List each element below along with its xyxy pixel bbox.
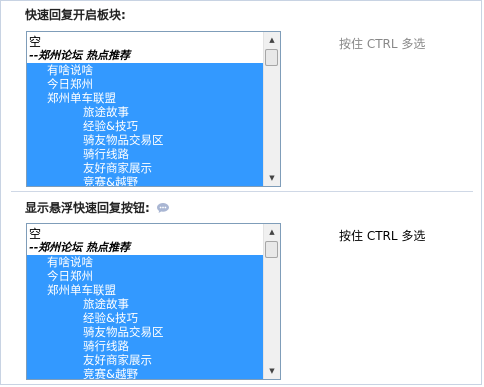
list-option[interactable]: --郑州论坛 热点推荐: [27, 241, 263, 255]
arrow-up-icon: ▲: [269, 36, 275, 44]
scroll-up-button[interactable]: ▲: [264, 32, 280, 48]
scroll-thumb[interactable]: [265, 49, 278, 66]
list-option[interactable]: 骑友物品交易区: [27, 325, 263, 339]
list-option[interactable]: 骑行线路: [27, 339, 263, 353]
options-list: 空 --郑州论坛 热点推荐 有啥说啥 今日郑州 郑州单车联盟 旅途故事 经验&技巧 骑友物品交…: [27, 224, 263, 379]
arrow-up-icon: ▲: [269, 228, 275, 236]
scrollbar[interactable]: ▲ ▼: [263, 224, 280, 379]
list-option[interactable]: --郑州论坛 热点推荐: [27, 49, 263, 63]
list-option[interactable]: 经验&技巧: [27, 119, 263, 133]
section-title-text: 显示悬浮快速回复按钮:: [25, 201, 150, 215]
scroll-down-button[interactable]: ▼: [264, 170, 280, 186]
list-option[interactable]: 今日郑州: [27, 77, 263, 91]
section-title: 快速回复开启板块:: [25, 8, 126, 22]
list-option[interactable]: 友好商家展示: [27, 161, 263, 175]
arrow-down-icon: ▼: [269, 367, 275, 375]
list-option[interactable]: 今日郑州: [27, 269, 263, 283]
quick-reply-boards-section: 快速回复开启板块: 空 --郑州论坛 热点推荐 有啥说啥 今日郑州 郑州单车联盟 旅途故事…: [1, 1, 483, 191]
boards-multiselect[interactable]: 空 --郑州论坛 热点推荐 有啥说啥 今日郑州 郑州单车联盟 旅途故事 经验&技巧 骑友物品交…: [26, 223, 281, 380]
multi-select-hint: 按住 CTRL 多选: [339, 229, 426, 243]
list-option[interactable]: 郑州单车联盟: [27, 283, 263, 297]
multi-select-hint: 按住 CTRL 多选: [339, 37, 426, 51]
settings-panel: 快速回复开启板块: 空 --郑州论坛 热点推荐 有啥说啥 今日郑州 郑州单车联盟 旅途故事…: [0, 0, 482, 385]
list-option[interactable]: 郑州单车联盟: [27, 91, 263, 105]
list-option[interactable]: 竞赛&越野: [27, 367, 263, 379]
scrollbar[interactable]: ▲ ▼: [263, 32, 280, 186]
section-title: 显示悬浮快速回复按钮:: [25, 199, 170, 216]
list-option[interactable]: 有啥说啥: [27, 63, 263, 77]
list-option[interactable]: 友好商家展示: [27, 353, 263, 367]
arrow-down-icon: ▼: [269, 174, 275, 182]
list-option[interactable]: 竞赛&越野: [27, 175, 263, 186]
scroll-thumb[interactable]: [265, 241, 278, 258]
list-option[interactable]: 有啥说啥: [27, 255, 263, 269]
boards-multiselect[interactable]: 空 --郑州论坛 热点推荐 有啥说啥 今日郑州 郑州单车联盟 旅途故事 经验&技巧 骑友物品交…: [26, 31, 281, 187]
list-option[interactable]: 旅途故事: [27, 297, 263, 311]
list-option[interactable]: 骑友物品交易区: [27, 133, 263, 147]
list-option[interactable]: 空: [27, 227, 263, 241]
scroll-up-button[interactable]: ▲: [264, 224, 280, 240]
speech-bubble-help-icon[interactable]: [156, 202, 170, 214]
list-option[interactable]: 空: [27, 35, 263, 49]
list-option[interactable]: 旅途故事: [27, 105, 263, 119]
list-option[interactable]: 经验&技巧: [27, 311, 263, 325]
scroll-down-button[interactable]: ▼: [264, 363, 280, 379]
list-option[interactable]: 骑行线路: [27, 147, 263, 161]
options-list: 空 --郑州论坛 热点推荐 有啥说啥 今日郑州 郑州单车联盟 旅途故事 经验&技巧 骑友物品交…: [27, 32, 263, 186]
floating-reply-button-section: 显示悬浮快速回复按钮: 空 --郑州论坛 热点推荐 有啥说啥 今日郑州 郑州单车联盟 旅途…: [1, 192, 483, 386]
